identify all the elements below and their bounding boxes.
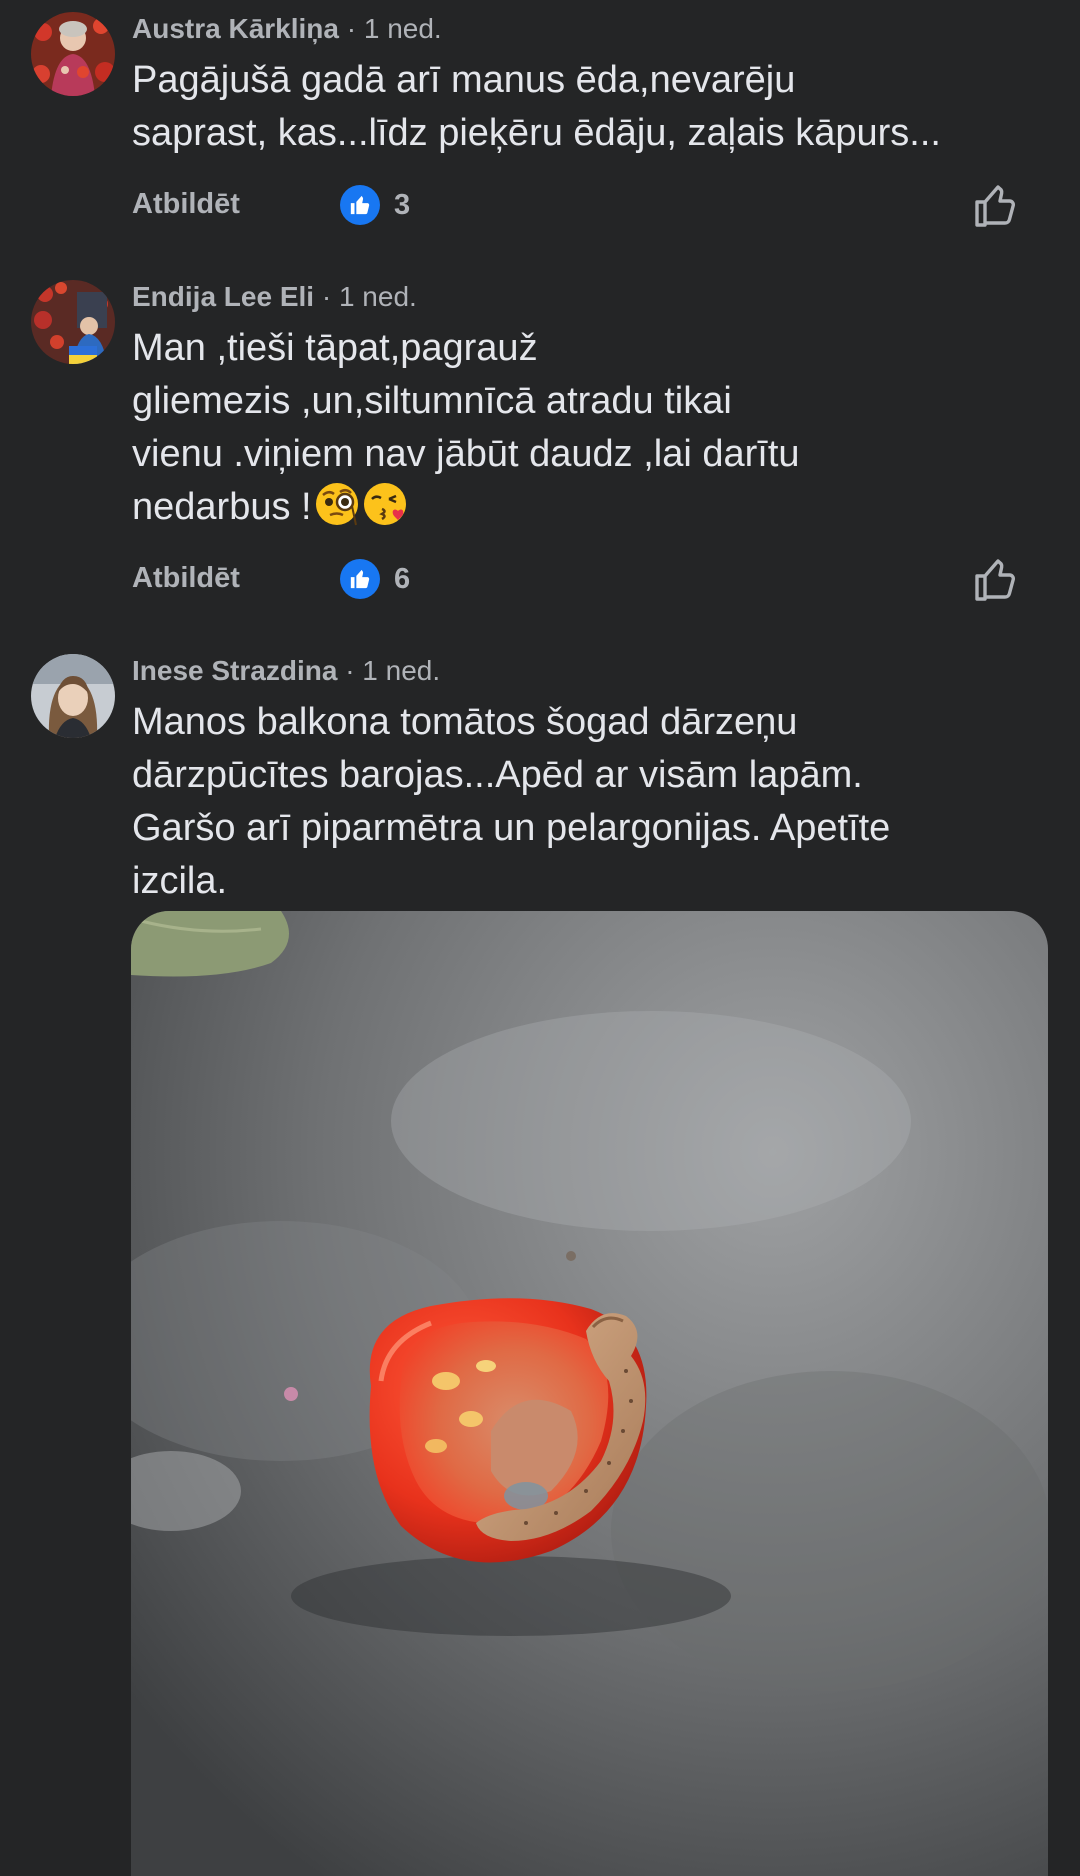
comment-actions: Atbildēt 6 (0, 556, 1080, 604)
timestamp[interactable]: 1 ned. (362, 655, 440, 686)
reply-button[interactable]: Atbildēt (132, 188, 240, 221)
avatar[interactable] (31, 654, 115, 738)
comment-text: Manos balkona tomātos šogad dārzeņu dārz… (132, 696, 1052, 908)
like-count: 3 (394, 188, 411, 221)
comment-text-fragment: nedarbus ! (132, 486, 312, 528)
face-with-monocle-icon (314, 481, 360, 527)
comment-text-line: Manos balkona tomātos šogad dārzeņu (132, 701, 798, 743)
like-reaction-icon (340, 185, 380, 225)
author-name[interactable]: Austra Kārkliņa (132, 13, 339, 44)
comment-photo[interactable] (131, 911, 1048, 1876)
comment-text-line: Garšo arī piparmētra un pelargonijas. Ap… (132, 807, 891, 849)
comment-text-line: saprast, kas...līdz pieķēru ēdāju, zaļai… (132, 112, 941, 154)
comment-meta: Austra Kārkliņa · 1 ned. (132, 12, 442, 46)
author-name[interactable]: Endija Lee Eli (132, 281, 314, 312)
comment-text-line: izcila. (132, 860, 228, 902)
avatar[interactable] (31, 12, 115, 96)
like-summary[interactable]: 6 (340, 558, 410, 600)
comment-text-line: Man ,tieši tāpat,pagrauž (132, 327, 538, 369)
author-name[interactable]: Inese Strazdina (132, 655, 337, 686)
comment-text-line: nedarbus ! (132, 481, 1052, 534)
meta-separator: · (345, 655, 355, 686)
reply-button[interactable]: Atbildēt (132, 562, 240, 595)
comment-actions: Atbildēt 3 (0, 182, 1080, 230)
thumbs-up-icon[interactable] (972, 556, 1020, 604)
comment-text-line: dārzpūcītes barojas...Apēd ar visām lapā… (132, 754, 863, 796)
comment-meta: Endija Lee Eli · 1 ned. (132, 280, 417, 314)
face-blowing-kiss-icon (362, 481, 408, 527)
thumbs-up-icon[interactable] (972, 182, 1020, 230)
comment-text-line: gliemezis ,un,siltumnīcā atradu tikai (132, 380, 732, 422)
like-count: 6 (394, 562, 411, 595)
like-reaction-icon (340, 559, 380, 599)
comment-meta: Inese Strazdina · 1 ned. (132, 654, 440, 688)
like-summary[interactable]: 3 (340, 184, 410, 226)
meta-separator: · (321, 281, 332, 312)
avatar[interactable] (31, 280, 115, 364)
timestamp[interactable]: 1 ned. (339, 281, 417, 312)
meta-separator: · (346, 13, 357, 44)
comment-text: Pagājušā gadā arī manus ēda,nevarēju sap… (132, 54, 1052, 160)
comment-text-line: Pagājušā gadā arī manus ēda,nevarēju (132, 59, 796, 101)
comment-text-line: vienu .viņiem nav jābūt daudz ,lai darīt… (132, 433, 800, 475)
timestamp[interactable]: 1 ned. (364, 13, 442, 44)
comment-text: Man ,tieši tāpat,pagrauž gliemezis ,un,s… (132, 322, 1052, 534)
